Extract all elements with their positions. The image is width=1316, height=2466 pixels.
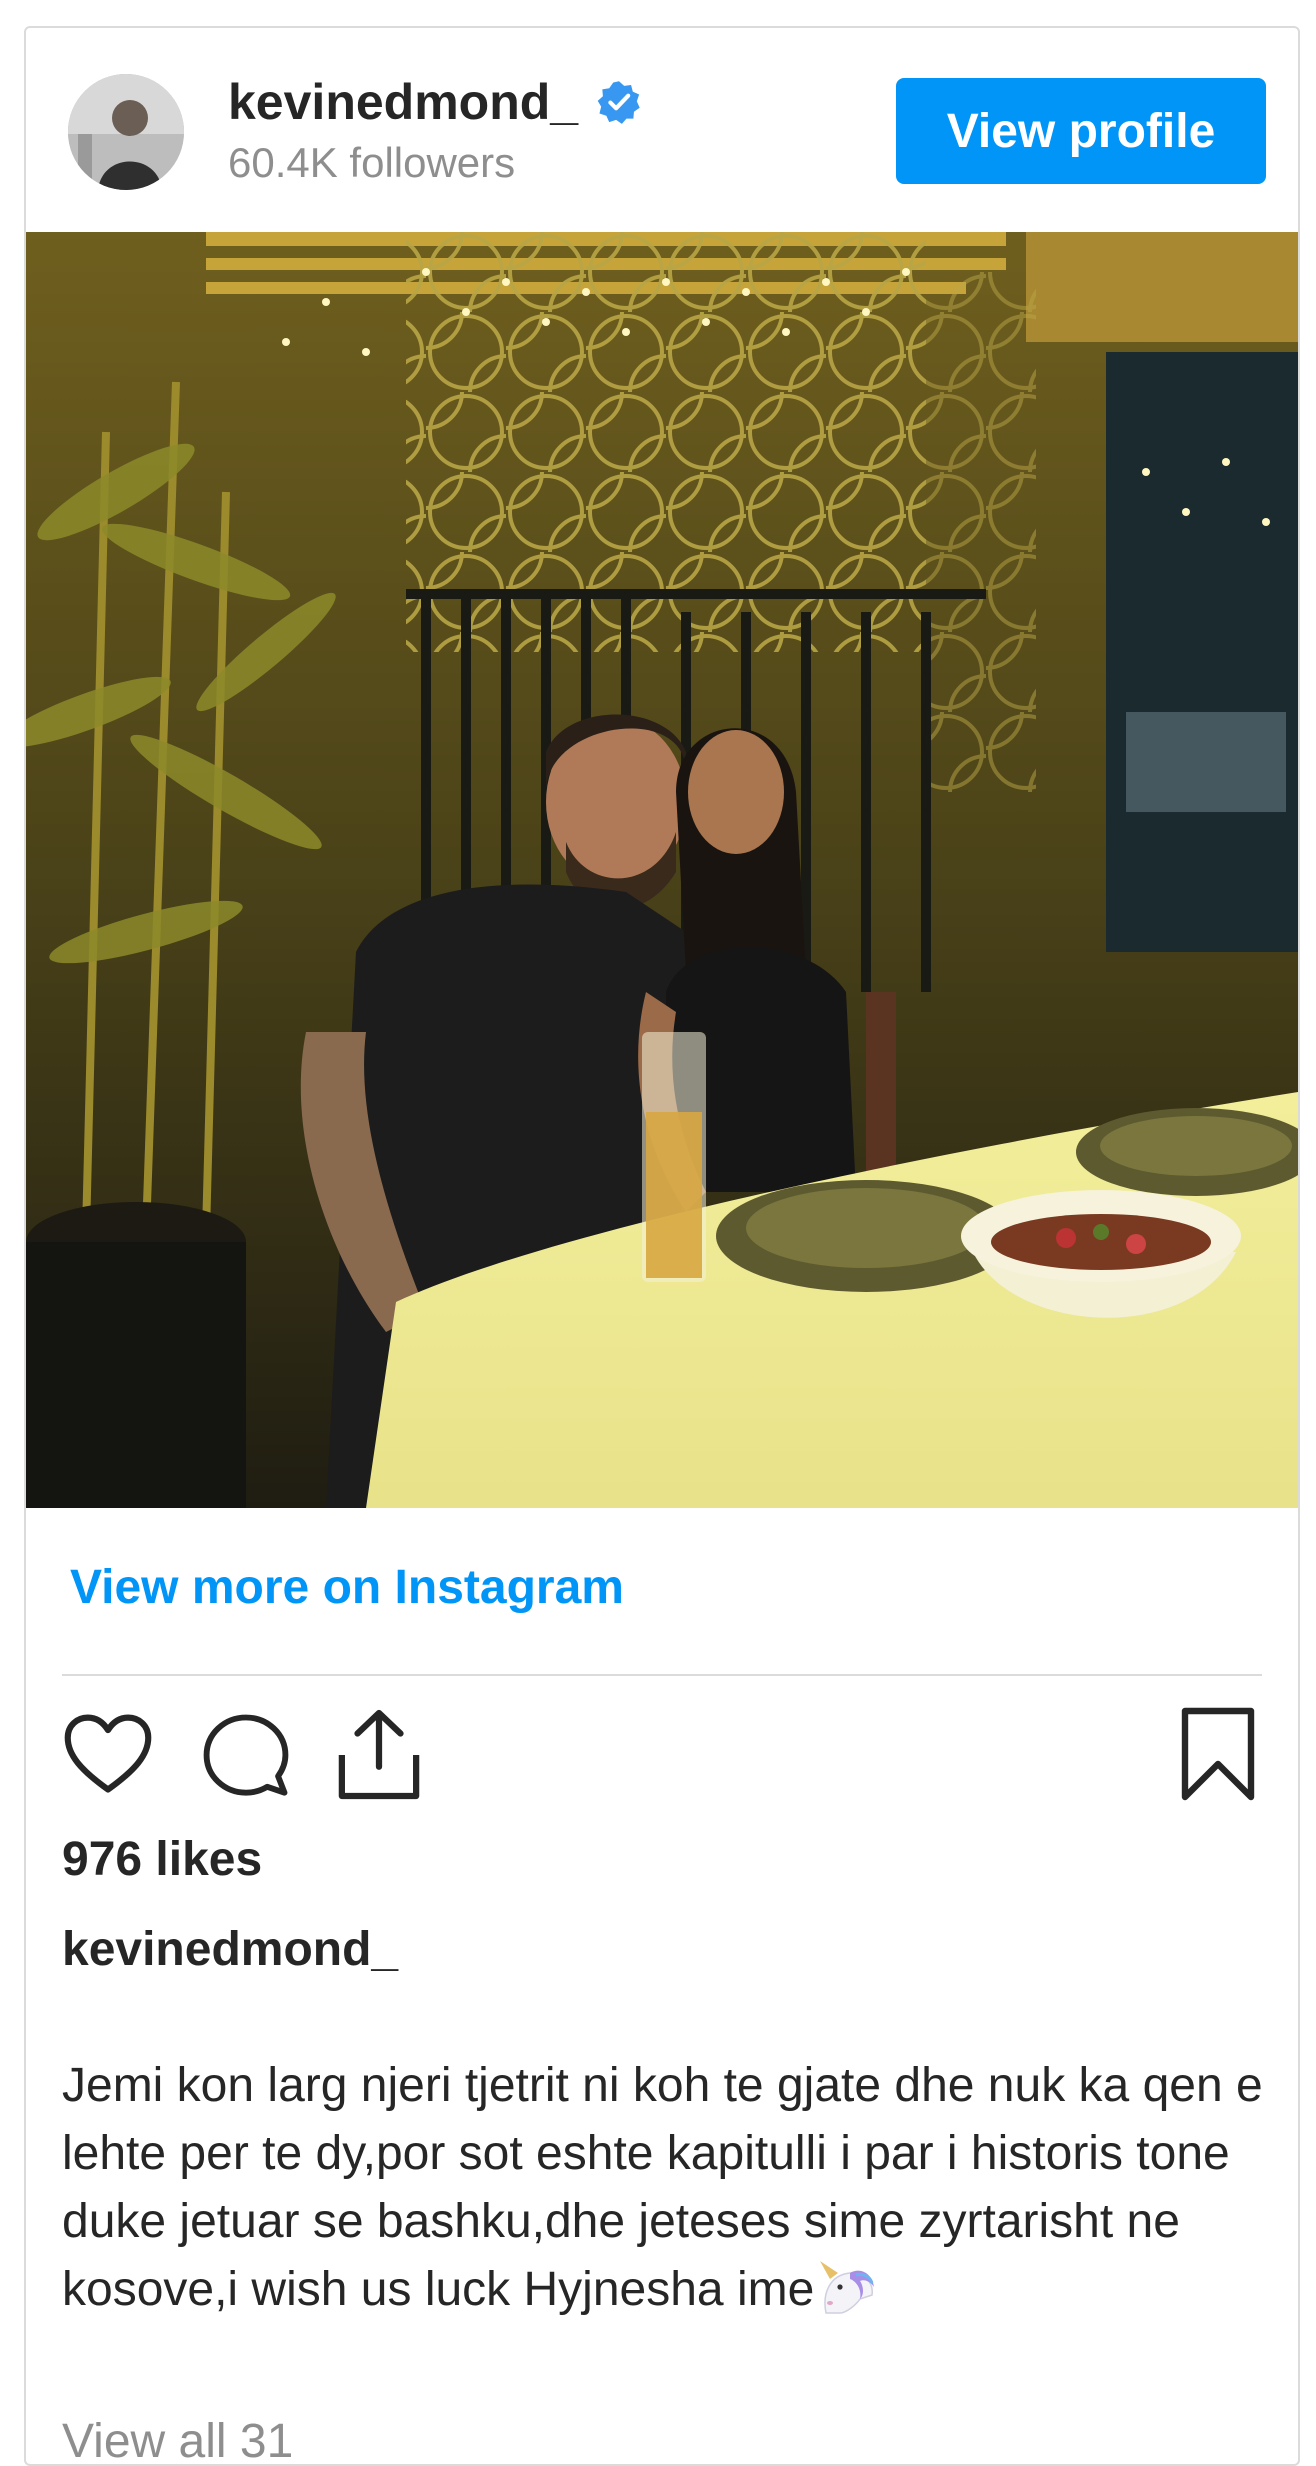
bookmark-icon[interactable] [1180, 1706, 1256, 1802]
comment-icon[interactable] [202, 1712, 290, 1800]
post-header: kevinedmond_ 60.4K followers View profil… [26, 28, 1298, 232]
verified-badge-icon [597, 81, 640, 124]
view-profile-button[interactable]: View profile [896, 78, 1266, 184]
share-icon[interactable] [336, 1708, 422, 1802]
divider [62, 1674, 1262, 1676]
instagram-embed-card: kevinedmond_ 60.4K followers View profil… [24, 26, 1300, 2466]
avatar[interactable] [68, 74, 184, 190]
caption-text: Jemi kon larg njeri tjetrit ni koh te gj… [62, 2059, 1263, 2316]
caption: Jemi kon larg njeri tjetrit ni koh te gj… [62, 2052, 1272, 2324]
unicorn-emoji-icon [820, 2261, 875, 2314]
follower-count: 60.4K followers [228, 139, 516, 186]
view-all-comments-link[interactable]: View all 31 [62, 2412, 293, 2464]
like-count: 976 likes [62, 1833, 263, 1886]
heart-icon[interactable] [62, 1712, 154, 1798]
caption-username[interactable]: kevinedmond_ [62, 1920, 398, 1980]
username[interactable]: kevinedmond_ [228, 72, 578, 132]
post-photo[interactable] [26, 232, 1298, 1508]
post-image [26, 232, 1298, 1508]
username-row: kevinedmond_ [228, 72, 642, 132]
avatar-image [68, 74, 184, 190]
view-more-on-instagram-link[interactable]: View more on Instagram [70, 1558, 624, 1618]
